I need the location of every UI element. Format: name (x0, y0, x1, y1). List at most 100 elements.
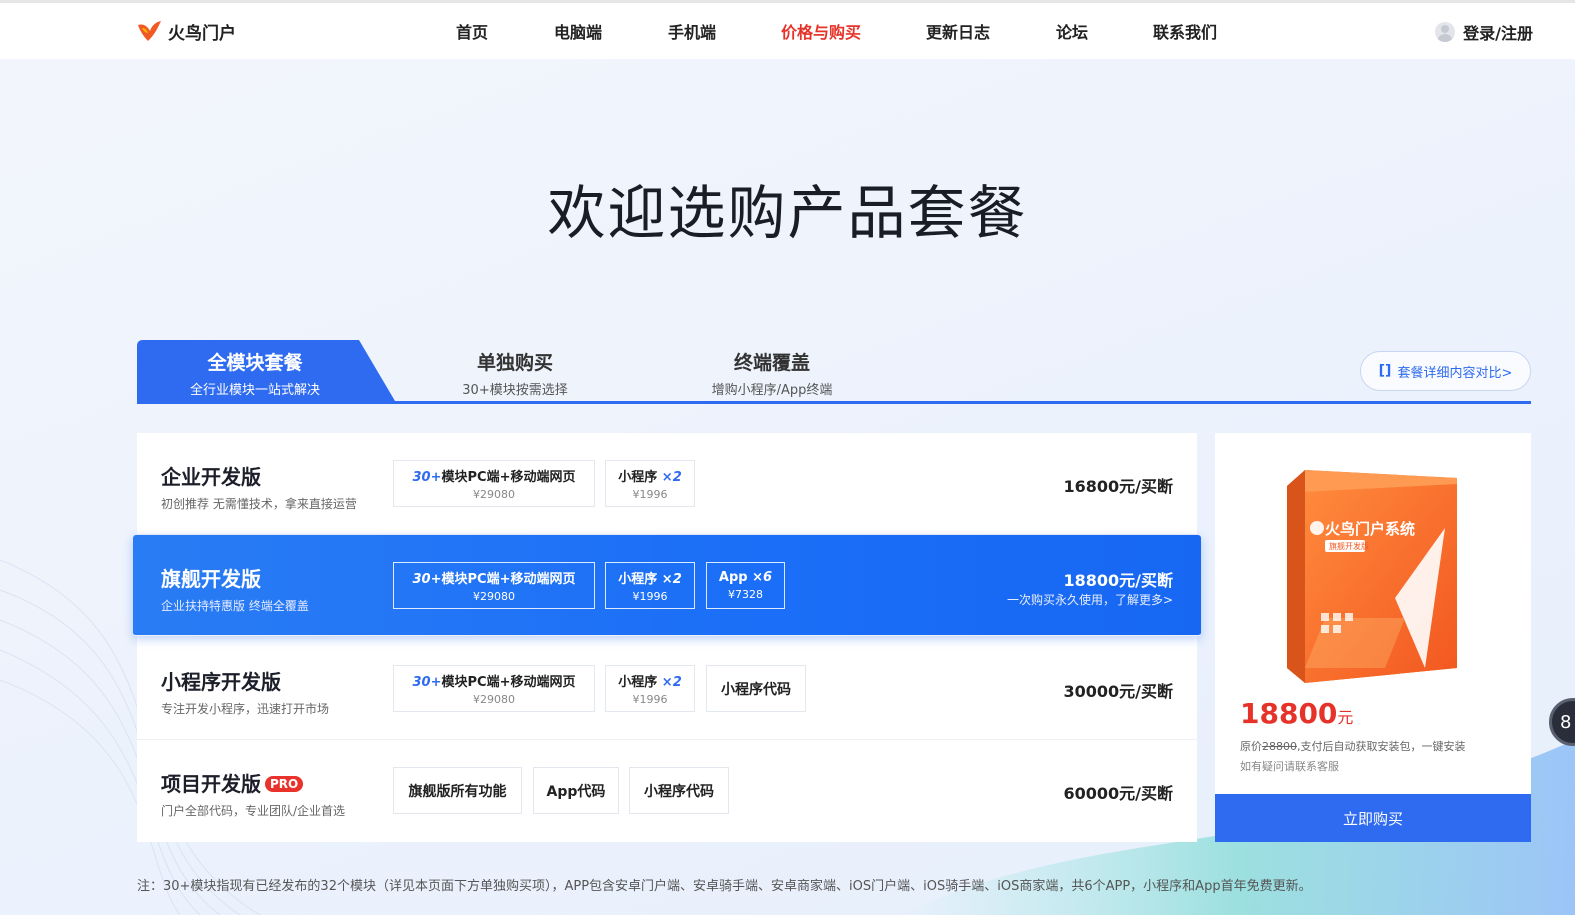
nav-changelog[interactable]: 更新日志 (926, 19, 990, 43)
login-label: 登录/注册 (1463, 24, 1533, 43)
modules-count: 30+ (412, 470, 442, 485)
floating-widget[interactable]: 8 (1549, 698, 1575, 746)
feature-chip-modules: 30+模块PC端+移动端网页 ¥29080 (393, 665, 595, 712)
install-note: ,支付后自动获取安装包，一键安装 (1297, 740, 1466, 753)
footnote: 注：30+模块指现有已经发布的32个模块（详见本页面下方单独购买项），APP包含… (137, 879, 1312, 894)
tab-terminal-coverage[interactable]: 终端覆盖 增购小程序/App终端 (687, 340, 857, 401)
feature-chip-miniprogram-code: 小程序代码 (629, 767, 729, 814)
product-card: 火鸟门户系统 旗舰开发版 18800元 原价28800,支付后自动获取安装包，一… (1215, 433, 1531, 842)
tab-single-purchase[interactable]: 单独购买 30+模块按需选择 (437, 340, 593, 401)
plan-row-enterprise[interactable]: 企业开发版 初创推荐 无需懂技术，拿来直接运营 30+模块PC端+移动端网页 ¥… (137, 433, 1197, 535)
chip-label: 小程序 (618, 572, 658, 587)
compare-label: 套餐详细内容对比> (1397, 365, 1513, 381)
tab-title: 终端覆盖 (733, 352, 810, 374)
site-logo[interactable]: 火鸟门户 (136, 17, 236, 45)
plan-row-project[interactable]: 项目开发版 PRO 门户全部代码，专业团队/企业首选 旗舰版所有功能 App代码 … (137, 740, 1197, 842)
box-title: 火鸟门户系统 (1325, 520, 1415, 538)
chip-price: ¥1996 (632, 693, 668, 706)
plan-name: 企业开发版 (161, 465, 261, 489)
chip-label: App (718, 570, 748, 585)
feature-chip-miniprogram: 小程序 ×2 ¥1996 (605, 665, 695, 712)
chip-label: 小程序 (618, 470, 658, 485)
chip-multiplier: ×6 (752, 570, 773, 585)
original-price: 28800 (1262, 740, 1297, 753)
feature-chip-app: App ×6 ¥7328 (706, 562, 785, 609)
chip-price: ¥7328 (728, 588, 763, 601)
plan-name: 小程序开发版 (161, 670, 281, 694)
feature-chip-miniprogram: 小程序 ×2 ¥1996 (605, 460, 695, 507)
price-value: 18800 (1240, 697, 1338, 730)
nav-mobile[interactable]: 手机端 (668, 19, 716, 43)
tab-title: 全模块套餐 (207, 352, 303, 374)
compare-plans-button[interactable]: [] 套餐详细内容对比> (1360, 351, 1531, 391)
modules-count: 30+ (412, 675, 442, 690)
nav-forum[interactable]: 论坛 (1056, 19, 1088, 43)
plan-tabs: 全模块套餐 全行业模块一站式解决 单独购买 30+模块按需选择 终端覆盖 增购小… (137, 340, 1531, 404)
feature-chip-flagship-all: 旗舰版所有功能 (393, 767, 522, 814)
plan-list: 企业开发版 初创推荐 无需懂技术，拿来直接运营 30+模块PC端+移动端网页 ¥… (133, 433, 1201, 842)
plan-description: 企业扶持特惠版 终端全覆盖 (161, 599, 309, 613)
tab-subtitle: 30+模块按需选择 (462, 383, 568, 398)
price-unit: 元 (1337, 708, 1354, 727)
chip-label: 旗舰版所有功能 (408, 783, 507, 800)
plan-price: 30000元/买断 (1063, 682, 1173, 701)
plan-price: 18800元/买断 (1063, 571, 1173, 590)
nav-pricing[interactable]: 价格与购买 (781, 19, 861, 43)
feature-chip-modules: 30+模块PC端+移动端网页 ¥29080 (393, 562, 595, 609)
nav-home[interactable]: 首页 (456, 19, 488, 43)
plan-name-text: 项目开发版 (161, 772, 261, 796)
chip-price: ¥1996 (632, 590, 668, 603)
tab-subtitle: 全行业模块一站式解决 (189, 383, 320, 398)
user-avatar-icon (1435, 22, 1456, 42)
top-navigation-bar: 火鸟门户 首页 电脑端 手机端 价格与购买 更新日志 论坛 联系我们 登录/注册 (0, 0, 1575, 59)
chip-label: 模块PC端+移动端网页 (441, 572, 576, 587)
chip-label: 模块PC端+移动端网页 (441, 470, 576, 485)
compare-icon: [] (1378, 363, 1392, 379)
chip-label: App代码 (546, 783, 606, 800)
chip-multiplier: ×2 (661, 470, 682, 485)
plan-name: 旗舰开发版 (161, 567, 261, 591)
feature-chip-miniprogram-code: 小程序代码 (706, 665, 806, 712)
feature-chip-modules: 30+模块PC端+移动端网页 ¥29080 (393, 460, 595, 507)
modules-count: 30+ (412, 572, 442, 587)
plan-row-miniprogram[interactable]: 小程序开发版 专注开发小程序，迅速打开市场 30+模块PC端+移动端网页 ¥29… (137, 638, 1197, 740)
plan-price: 60000元/买断 (1063, 784, 1173, 803)
chip-label: 小程序 (618, 675, 658, 690)
plan-row-flagship[interactable]: 旗舰开发版 企业扶持特惠版 终端全覆盖 30+模块PC端+移动端网页 ¥2908… (133, 535, 1201, 636)
feature-chip-app-code: App代码 (533, 767, 619, 814)
feature-chip-miniprogram: 小程序 ×2 ¥1996 (605, 562, 695, 609)
page-title: 欢迎选购产品套餐 (547, 179, 1028, 247)
box-subtitle: 旗舰开发版 (1329, 541, 1369, 551)
tab-title: 单独购买 (476, 352, 553, 374)
chip-multiplier: ×2 (661, 572, 682, 587)
chip-label: 小程序代码 (721, 681, 791, 698)
learn-more-link[interactable]: 一次购买永久使用，了解更多> (1007, 591, 1173, 608)
buy-now-button[interactable]: 立即购买 (1215, 794, 1531, 842)
plan-name: 项目开发版 PRO (161, 768, 304, 797)
chip-price: ¥1996 (632, 488, 668, 501)
login-register-link[interactable]: 登录/注册 (1435, 20, 1533, 44)
tab-all-modules[interactable]: 全模块套餐 全行业模块一站式解决 (137, 340, 373, 401)
original-price-label: 原价 (1240, 740, 1262, 753)
plan-description: 门户全部代码，专业团队/企业首选 (161, 804, 346, 818)
chip-label: 模块PC端+移动端网页 (441, 675, 576, 690)
chip-label: 小程序代码 (644, 783, 714, 800)
plan-description: 专注开发小程序，迅速打开市场 (161, 702, 330, 716)
product-box-image: 火鸟门户系统 旗舰开发版 (1287, 470, 1457, 683)
tab-subtitle: 增购小程序/App终端 (711, 383, 833, 398)
firebird-logo-icon (138, 21, 161, 41)
chip-price: ¥29080 (473, 590, 515, 603)
nav-contact[interactable]: 联系我们 (1153, 19, 1217, 43)
chip-price: ¥29080 (473, 488, 515, 501)
support-note: 如有疑问请联系客服 (1240, 760, 1339, 773)
plan-description: 初创推荐 无需懂技术，拿来直接运营 (161, 497, 357, 511)
plan-price: 16800元/买断 (1063, 477, 1173, 496)
tabs-underline (137, 401, 1531, 404)
chip-multiplier: ×2 (661, 675, 682, 690)
card-price: 18800元 (1240, 697, 1353, 730)
nav-desktop[interactable]: 电脑端 (554, 19, 602, 43)
pro-badge: PRO (265, 776, 304, 792)
card-note: 原价28800,支付后自动获取安装包，一键安装 (1240, 738, 1466, 754)
logo-text: 火鸟门户 (168, 23, 236, 44)
chip-price: ¥29080 (473, 693, 515, 706)
